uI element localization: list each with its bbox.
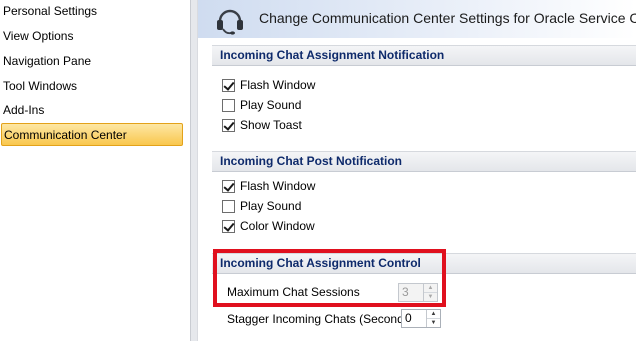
- post-color-window-checkbox[interactable]: [222, 219, 235, 233]
- max-chat-sessions-row: Maximum Chat Sessions: [227, 282, 360, 302]
- stepper-buttons: ▲ ▼: [426, 310, 440, 327]
- assignment-play-sound-option[interactable]: Play Sound: [222, 97, 301, 113]
- checkbox-label: Play Sound: [240, 98, 302, 112]
- headset-icon: [214, 4, 246, 36]
- max-chat-sessions-label: Maximum Chat Sessions: [227, 285, 360, 299]
- max-chat-sessions-value: 3: [402, 285, 409, 299]
- assignment-flash-window-checkbox[interactable]: [222, 78, 235, 92]
- checkbox-label: Play Sound: [240, 199, 302, 213]
- sidebar-item-personal-settings[interactable]: Personal Settings: [0, 0, 183, 23]
- sidebar-item-navigation-pane[interactable]: Navigation Pane: [0, 50, 183, 73]
- stagger-chats-stepper[interactable]: 0 ▲ ▼: [401, 309, 441, 328]
- max-chat-sessions-stepper[interactable]: 3 ▲ ▼: [398, 283, 438, 302]
- post-flash-window-checkbox[interactable]: [222, 179, 235, 193]
- stepper-buttons: ▲ ▼: [423, 284, 437, 301]
- assignment-flash-window-option[interactable]: Flash Window: [222, 77, 315, 93]
- sidebar-item-add-ins[interactable]: Add-Ins: [0, 99, 183, 122]
- settings-sidebar: Personal Settings View Options Navigatio…: [0, 0, 190, 341]
- section-header-assignment-control: Incoming Chat Assignment Control: [212, 253, 636, 274]
- post-color-window-option[interactable]: Color Window: [222, 218, 315, 234]
- stagger-chats-label: Stagger Incoming Chats (Seconds): [227, 312, 414, 326]
- page-title: Change Communication Center Settings for…: [259, 10, 636, 26]
- post-flash-window-option[interactable]: Flash Window: [222, 178, 315, 194]
- panel-splitter[interactable]: [190, 0, 198, 341]
- checkbox-label: Color Window: [240, 219, 315, 233]
- sidebar-item-view-options[interactable]: View Options: [0, 25, 183, 48]
- checkbox-label: Flash Window: [240, 179, 316, 193]
- post-play-sound-checkbox[interactable]: [222, 199, 235, 213]
- checkbox-label: Show Toast: [240, 118, 302, 132]
- stagger-chats-row: Stagger Incoming Chats (Seconds): [227, 309, 414, 329]
- post-play-sound-option[interactable]: Play Sound: [222, 198, 301, 214]
- checkbox-label: Flash Window: [240, 78, 316, 92]
- chevron-down-icon[interactable]: ▼: [424, 293, 437, 301]
- sidebar-item-tool-windows[interactable]: Tool Windows: [0, 75, 183, 98]
- sidebar-item-communication-center[interactable]: Communication Center: [1, 123, 183, 146]
- assignment-show-toast-option[interactable]: Show Toast: [222, 117, 302, 133]
- chevron-up-icon[interactable]: ▲: [427, 310, 440, 319]
- stagger-chats-value: 0: [405, 311, 412, 325]
- assignment-play-sound-checkbox[interactable]: [222, 98, 235, 112]
- settings-main-panel: Change Communication Center Settings for…: [198, 0, 636, 341]
- section-header-assignment-notification: Incoming Chat Assignment Notification: [212, 45, 636, 66]
- section-header-post-notification: Incoming Chat Post Notification: [212, 151, 636, 172]
- panel-header: Change Communication Center Settings for…: [198, 0, 636, 38]
- chevron-down-icon[interactable]: ▼: [427, 319, 440, 327]
- assignment-show-toast-checkbox[interactable]: [222, 118, 235, 132]
- chevron-up-icon[interactable]: ▲: [424, 284, 437, 293]
